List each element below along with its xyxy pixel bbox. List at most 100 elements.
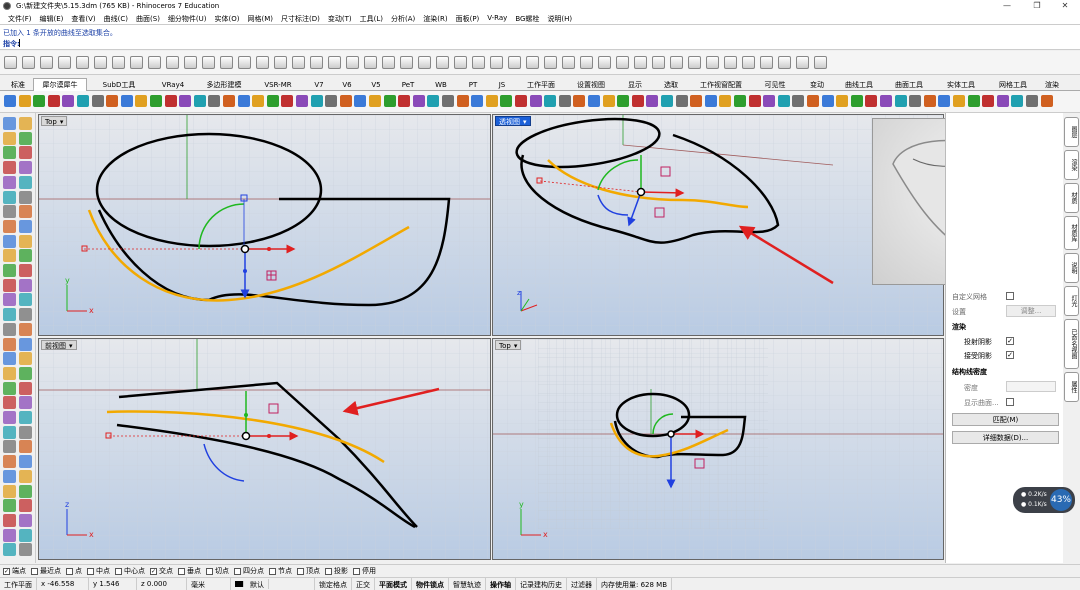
viewport-front[interactable]: z x 前视图 ▾: [38, 338, 491, 560]
left-tool-icon[interactable]: [3, 219, 16, 233]
toolbar-tool-icon[interactable]: [47, 95, 60, 107]
side-tab-lights[interactable]: 灯光: [1064, 286, 1079, 316]
left-tool-icon[interactable]: [3, 396, 16, 410]
toolbar-tool-icon[interactable]: [4, 95, 16, 107]
toolbar-tool-icon[interactable]: [383, 95, 396, 107]
side-tab-named-views[interactable]: 已命名视图: [1064, 319, 1079, 369]
toolbar-tool-icon[interactable]: [490, 56, 503, 69]
osnap-checkbox[interactable]: [115, 567, 122, 575]
toolbar-tool-icon[interactable]: [894, 95, 907, 107]
left-tool-icon[interactable]: [19, 440, 32, 454]
toolbar-tool-icon[interactable]: [515, 95, 527, 107]
menu-transform[interactable]: 变动(T): [324, 12, 356, 24]
toolbar-tool-icon[interactable]: [923, 95, 936, 107]
left-tool-icon[interactable]: [3, 161, 16, 175]
toolbar-tool-icon[interactable]: [328, 56, 341, 69]
toolbar-tool-icon[interactable]: [602, 95, 615, 107]
toolbar-tool-icon[interactable]: [202, 56, 215, 69]
osnap-checkbox[interactable]: [353, 567, 360, 575]
menu-tools[interactable]: 工具(L): [356, 12, 387, 24]
left-tool-icon[interactable]: [19, 264, 32, 277]
status-filter[interactable]: 过滤器: [567, 578, 597, 590]
toolbar-tool-icon[interactable]: [148, 56, 161, 69]
left-tool-icon[interactable]: [3, 205, 16, 219]
toolbar-tool-icon[interactable]: [112, 56, 125, 69]
status-grid-snap[interactable]: 锁定格点: [315, 578, 352, 590]
tab-poly[interactable]: 多边形建模: [198, 78, 250, 91]
toolbar-tool-icon[interactable]: [91, 95, 104, 107]
toolbar-tool-icon[interactable]: [18, 95, 31, 107]
toolbar-tool-icon[interactable]: [760, 56, 773, 69]
tab-setview[interactable]: 设置视图: [566, 78, 616, 91]
custom-mesh-checkbox[interactable]: [1006, 292, 1014, 300]
toolbar-tool-icon[interactable]: [544, 95, 557, 107]
toolbar-tool-icon[interactable]: [880, 95, 892, 107]
toolbar-tool-icon[interactable]: [850, 95, 863, 107]
tab-subd[interactable]: SubD工具: [90, 78, 148, 91]
show-surface-checkbox[interactable]: [1006, 398, 1014, 406]
viewport-top[interactable]: y x Top ▾: [38, 114, 491, 336]
left-tool-icon[interactable]: [19, 543, 32, 557]
left-tool-icon[interactable]: [3, 308, 16, 322]
toolbar-tool-icon[interactable]: [634, 56, 647, 69]
menu-dimension[interactable]: 尺寸标注(D): [277, 12, 324, 24]
toolbar-tool-icon[interactable]: [442, 95, 454, 107]
toolbar-tool-icon[interactable]: [135, 95, 148, 107]
osnap-checkbox[interactable]: [269, 567, 276, 575]
left-tool-icon[interactable]: [19, 205, 32, 219]
minimize-button[interactable]: —: [992, 0, 1022, 12]
tab-vsr[interactable]: VSR-MR: [252, 78, 304, 91]
left-tool-icon[interactable]: [19, 337, 32, 351]
osnap-checkbox[interactable]: [206, 567, 213, 575]
toolbar-tool-icon[interactable]: [252, 95, 265, 107]
left-tool-icon[interactable]: [3, 337, 16, 351]
tab-pt[interactable]: PT: [458, 78, 488, 91]
left-tool-icon[interactable]: [3, 499, 16, 513]
left-tool-icon[interactable]: [19, 411, 32, 424]
toolbar-tool-icon[interactable]: [690, 95, 703, 107]
menu-render[interactable]: 渲染(R): [419, 12, 451, 24]
tab-v5[interactable]: V5: [362, 78, 390, 91]
toolbar-tool-icon[interactable]: [400, 56, 413, 69]
toolbar-tool-icon[interactable]: [598, 56, 611, 69]
toolbar-tool-icon[interactable]: [130, 56, 143, 69]
left-tool-icon[interactable]: [19, 234, 32, 248]
menu-mesh[interactable]: 网格(M): [244, 12, 278, 24]
toolbar-tool-icon[interactable]: [706, 56, 719, 69]
toolbar-tool-icon[interactable]: [742, 56, 755, 69]
toolbar-tool-icon[interactable]: [427, 95, 440, 107]
status-ortho[interactable]: 正交: [352, 578, 375, 590]
toolbar-tool-icon[interactable]: [724, 56, 737, 69]
osnap-11[interactable]: 投影: [325, 565, 348, 577]
left-tool-icon[interactable]: [3, 117, 16, 130]
toolbar-tool-icon[interactable]: [120, 95, 133, 107]
tab-pet[interactable]: PeT: [392, 78, 424, 91]
toolbar-tool-icon[interactable]: [418, 56, 431, 69]
toolbar-tool-icon[interactable]: [573, 95, 586, 107]
left-tool-icon[interactable]: [3, 484, 16, 498]
adjust-button[interactable]: 调整...: [1006, 305, 1056, 317]
toolbar-tool-icon[interactable]: [675, 95, 688, 107]
toolbar-tool-icon[interactable]: [106, 95, 119, 107]
left-tool-icon[interactable]: [3, 352, 16, 366]
toolbar-tool-icon[interactable]: [436, 56, 449, 69]
toolbar-tool-icon[interactable]: [94, 56, 107, 69]
tab-viewport-layout[interactable]: 工作视窗配置: [692, 78, 750, 91]
left-tool-icon[interactable]: [19, 469, 32, 483]
toolbar-tool-icon[interactable]: [938, 95, 951, 107]
left-tool-icon[interactable]: [3, 175, 16, 189]
left-tool-icon[interactable]: [19, 499, 32, 513]
toolbar-tool-icon[interactable]: [238, 56, 251, 69]
left-tool-icon[interactable]: [3, 543, 16, 557]
toolbar-tool-icon[interactable]: [40, 56, 53, 69]
toolbar-tool-icon[interactable]: [164, 95, 177, 107]
osnap-checkbox[interactable]: ✓: [150, 567, 157, 575]
left-tool-icon[interactable]: [3, 381, 16, 395]
toolbar-tool-icon[interactable]: [558, 95, 571, 107]
toolbar-tool-icon[interactable]: [184, 56, 197, 69]
tab-wb[interactable]: WB: [426, 78, 456, 91]
left-tool-icon[interactable]: [19, 455, 32, 469]
left-tool-icon[interactable]: [3, 190, 16, 204]
viewport-title-top[interactable]: Top ▾: [41, 116, 68, 126]
osnap-3[interactable]: 中点: [87, 565, 110, 577]
